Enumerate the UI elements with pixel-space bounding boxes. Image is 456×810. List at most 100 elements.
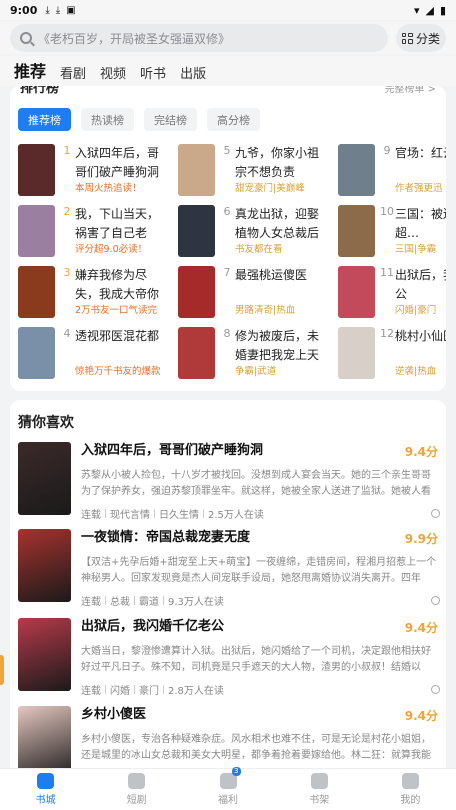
tag-divider	[105, 509, 106, 518]
ranking-item[interactable]: 12桃村小仙医逆袭|热血	[338, 327, 446, 381]
video-icon	[128, 773, 146, 789]
ranking-book-name: 三国：被迷，我超…	[395, 207, 446, 240]
book-score: 9.4分	[404, 445, 438, 459]
rank-number: 12	[380, 327, 394, 340]
ranking-tab-finished[interactable]: 完结榜	[144, 108, 197, 131]
rank-number: 8	[223, 327, 231, 340]
ranking-item[interactable]: 7 最强桃运傻医 男路清奇|热血	[178, 266, 328, 320]
ranking-card: 排行榜 完整榜单 > 推荐榜 热读榜 完结榜 高分榜 1 入狱四年后，哥哥们破产睡…	[10, 86, 446, 391]
ranking-item[interactable]: 1 入狱四年后，哥哥们破产睡狗洞 本周火热追读！	[18, 144, 168, 198]
book-description: 大婚当日，黎澄惨遭算计入狱。出狱后，她闪婚给了一个司机，决定跟他相扶好好过平凡日…	[81, 646, 431, 673]
guess-card: 猜你喜欢 入狱四年后，哥哥们破产睡狗洞 9.4分 苏黎从小被人捡包，十八岁才被找回。…	[10, 400, 446, 770]
book-cover	[178, 327, 215, 379]
ranking-book-name: 最强桃运傻医	[235, 268, 308, 282]
book-cover	[18, 266, 55, 318]
book-item[interactable]: 一夜锁情：帝国总裁宠妻无度 9.9分 【双洁+先孕后婚+甜宠至上天+萌宝】一夜缠绵，…	[18, 529, 440, 619]
nav-item-bookshelf[interactable]: 书架	[274, 769, 365, 810]
rank-number: 3	[63, 266, 71, 279]
book-item[interactable]: 乡村小傻医 9.4分 乡村小傻医，专治各种疑难杂症。风水相术也难不住，可是无论是村花…	[18, 706, 440, 770]
app-icon: ▣	[66, 4, 76, 16]
tag-divider	[134, 596, 135, 605]
profile-icon	[401, 773, 419, 789]
book-cover	[338, 266, 375, 318]
book-tag: 9.3万人在读	[168, 597, 224, 608]
book-score: 9.4分	[404, 709, 438, 723]
ranking-book-tag: 争霸|武道	[235, 366, 277, 377]
ranking-item[interactable]: 9 官场：红云志作者强更迅	[338, 144, 446, 198]
more-icon[interactable]	[431, 596, 440, 605]
search-icon	[20, 32, 32, 44]
ranking-tabs: 推荐榜 热读榜 完结榜 高分榜	[10, 96, 446, 131]
rank-number: 1	[63, 144, 71, 157]
book-cover	[18, 706, 71, 770]
ranking-book-tag: 惊艳万千书友的爆款	[75, 366, 161, 377]
tag-divider	[134, 685, 135, 694]
ranking-item[interactable]: 11出狱后，我亿老公闪婚|豪门	[338, 266, 446, 320]
ranking-book-name: 入狱四年后，哥哥们破产睡狗洞	[75, 146, 160, 179]
nav-item-gift[interactable]: 3 福利	[182, 767, 273, 810]
ranking-item[interactable]: 5 九爷，你家小祖宗不想负责 甜宠豪门|美巅峰	[178, 144, 328, 198]
book-tag: 总裁	[110, 597, 130, 608]
book-cover	[178, 205, 215, 257]
tab-recommend[interactable]: 推荐	[14, 58, 46, 86]
book-cover	[18, 205, 55, 257]
book-tag: 2.8万人在读	[168, 686, 224, 697]
battery-icon: ▮	[439, 3, 446, 17]
book-tag: 连载	[81, 597, 101, 608]
ranking-tab-score[interactable]: 高分榜	[207, 108, 260, 131]
tag-divider	[203, 509, 204, 518]
category-button[interactable]: 分类	[396, 24, 446, 52]
search-input[interactable]: 《老朽百岁，开局被圣女强逼双修》	[10, 24, 388, 52]
edge-tab	[0, 655, 4, 685]
book-item[interactable]: 入狱四年后，哥哥们破产睡狗洞 9.4分 苏黎从小被人捡包，十八岁才被找回。没想到成人…	[18, 442, 440, 532]
ranking-item[interactable]: 10三国：被迷，我超… 三国|争霸	[338, 205, 446, 259]
tag-divider	[105, 685, 106, 694]
nav-item-bookstore[interactable]: 书城	[0, 769, 91, 810]
ranking-book-tag: 三国|争霸	[395, 244, 437, 255]
status-time: 9:00	[10, 3, 38, 17]
book-item[interactable]: 出狱后，我闪婚千亿老公 9.4分 大婚当日，黎澄惨遭算计入狱。出狱后，她闪婚给了一个…	[18, 618, 440, 708]
more-icon[interactable]	[431, 509, 440, 518]
ranking-item[interactable]: 6 真龙出狱，迎娶植物人女总裁后我… 书友都在看	[178, 205, 328, 259]
book-description: 苏黎从小被人捡包，十八岁才被找回。没想到成人宴会当天。她的三个亲生哥哥为了保护养…	[81, 470, 431, 497]
nav-label: 书城	[35, 795, 56, 806]
ranking-item[interactable]: 4 透视邪医混花都 惊艳万千书友的爆款	[18, 327, 168, 381]
ranking-book-tag: 书友都在看	[235, 244, 283, 255]
gift-icon: 3	[219, 767, 241, 789]
ranking-title: 排行榜	[20, 86, 60, 96]
search-row: 《老朽百岁，开局被圣女强逼双修》 分类	[0, 22, 456, 54]
nav-label: 书架	[309, 795, 330, 806]
book-cover	[178, 266, 215, 318]
book-cover	[18, 327, 55, 379]
ranking-item[interactable]: 3 嫌弃我修为尽失，我成大帝你哭啥 2万书友一口气读完	[18, 266, 168, 320]
ranking-book-name: 九爷，你家小祖宗不想负责	[235, 146, 320, 179]
nav-item-profile[interactable]: 我的	[365, 769, 456, 810]
more-icon[interactable]	[431, 685, 440, 694]
ranking-tab-hot[interactable]: 热读榜	[81, 108, 134, 131]
book-tag: 2.5万人在读	[208, 510, 264, 521]
tab-publish[interactable]: 出版	[180, 63, 206, 86]
guess-title: 猜你喜欢	[18, 415, 74, 431]
book-tag: 霸道	[139, 597, 159, 608]
bookstore-icon	[37, 773, 55, 789]
tab-drama[interactable]: 看剧	[60, 63, 86, 86]
ranking-item[interactable]: 2 我，下山当天，祸害了自己老婆！ 评分超9.0必读！	[18, 205, 168, 259]
ranking-tab-recommend[interactable]: 推荐榜	[18, 108, 71, 131]
ranking-item[interactable]: 8 修为被废后，未婚妻把我宠上天 争霸|武道	[178, 327, 328, 381]
tab-video[interactable]: 视频	[100, 63, 126, 86]
rank-number: 4	[63, 327, 71, 340]
nav-item-video[interactable]: 短剧	[91, 769, 182, 810]
book-tag: 现代言情	[110, 510, 150, 521]
book-cover	[18, 442, 71, 515]
ranking-book-name: 桃村小仙医	[395, 329, 446, 343]
tab-audiobook[interactable]: 听书	[140, 63, 166, 86]
book-tag: 日久生情	[159, 510, 199, 521]
book-title: 出狱后，我闪婚千亿老公	[81, 619, 225, 634]
book-cover	[18, 529, 71, 602]
rank-number: 5	[223, 144, 231, 157]
nav-badge: 3	[232, 767, 241, 776]
ranking-book-tag: 男路清奇|热血	[235, 305, 296, 316]
wifi-icon: ▾	[413, 3, 420, 17]
bottom-nav: 书城 短剧 3 福利 书架 我的	[0, 767, 456, 810]
ranking-more-link[interactable]: 完整榜单 >	[384, 86, 436, 95]
